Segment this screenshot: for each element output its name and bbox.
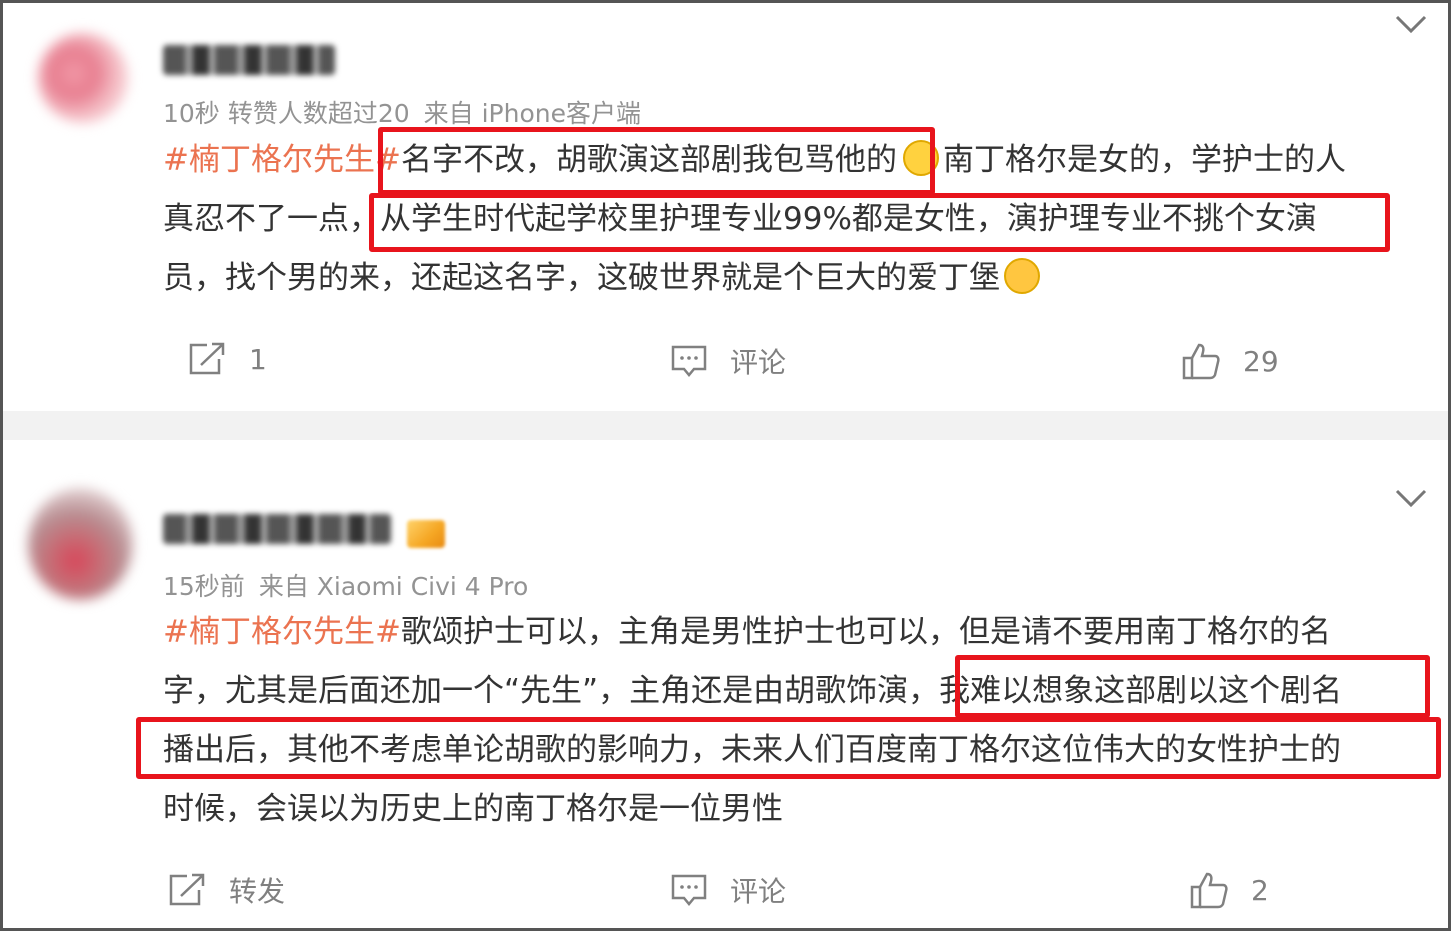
like-button[interactable]: 29 <box>1181 341 1279 381</box>
avatar[interactable] <box>38 33 128 123</box>
repost-button[interactable]: 转发 <box>167 870 285 910</box>
chevron-down-icon[interactable] <box>1394 13 1428 35</box>
angry-emoji-icon <box>1004 258 1040 294</box>
text-line: #楠丁格尔先生#名字不改，胡歌演这部剧我包骂他的 南丁格尔是女的，学护士的人 <box>163 131 1413 190</box>
text-segment: 员，找个男的来，还起这名字，这破世界就是个巨大的爱丁堡 <box>163 260 1000 296</box>
comment-button[interactable]: 评论 <box>670 341 786 381</box>
text-line: 真忍不了一点，从学生时代起学校里护理专业99%都是女性，演护理专业不挑个女演 <box>163 201 1317 237</box>
post-card: 15秒前 来自 Xiaomi Civi 4 Pro #楠丁格尔先生#歌颂护士可以，… <box>3 440 1448 928</box>
comment-label: 评论 <box>730 875 787 908</box>
post-card: 10秒 转赞人数超过20 来自 iPhone客户端 #楠丁格尔先生#名字不改，胡歌演… <box>3 3 1448 411</box>
share-button[interactable]: 1 <box>187 341 267 377</box>
action-bar: 转发 评论 2 <box>3 870 1448 920</box>
text-segment: 名字不改，胡歌演这部剧我包骂他的 <box>400 142 897 178</box>
post-source: 来自 Xiaomi Civi 4 Pro <box>258 572 529 601</box>
hashtag-link[interactable]: #楠丁格尔先生# <box>163 614 401 650</box>
post-separator <box>3 411 1448 440</box>
post-source: 来自 iPhone客户端 <box>423 99 641 128</box>
like-count: 2 <box>1251 873 1269 907</box>
hashtag-link[interactable]: #楠丁格尔先生# <box>163 142 401 178</box>
screenshot-frame: 10秒 转赞人数超过20 来自 iPhone客户端 #楠丁格尔先生#名字不改，胡歌演… <box>0 0 1451 931</box>
text-line: 员，找个男的来，还起这名字，这破世界就是个巨大的爱丁堡 <box>163 249 1413 308</box>
comment-icon <box>671 345 707 377</box>
username-blurred[interactable] <box>163 514 391 544</box>
avatar[interactable] <box>28 488 133 600</box>
like-icon <box>1182 343 1220 380</box>
post-meta: 10秒 转赞人数超过20 来自 iPhone客户端 <box>163 94 641 130</box>
action-bar: 1 评论 29 <box>3 341 1448 391</box>
repost-like-count-note: 转赞人数超过20 <box>227 99 410 128</box>
text-line: 播出后，其他不考虑单论胡歌的影响力，未来人们百度南丁格尔这位伟大的女性护士的 <box>163 732 1341 768</box>
like-icon <box>1190 872 1228 909</box>
smile-emoji-icon <box>902 140 939 176</box>
text-line: 字，尤其是后面还加一个“先生”，主角还是由胡歌饰演，我难以想象这部剧以这个剧名 <box>163 673 1343 709</box>
post-meta: 15秒前 来自 Xiaomi Civi 4 Pro <box>163 567 528 603</box>
comment-icon <box>671 874 707 906</box>
share-icon <box>169 873 205 906</box>
post-time: 15秒前 <box>163 572 245 601</box>
like-count: 29 <box>1243 344 1279 378</box>
post-text: #楠丁格尔先生#歌颂护士可以，主角是男性护士也可以，但是请不要用南丁格尔的名 字… <box>163 603 1413 839</box>
post-time: 10秒 <box>163 99 220 128</box>
member-badge-icon <box>407 520 445 548</box>
like-button[interactable]: 2 <box>1189 870 1269 910</box>
username-blurred[interactable] <box>163 45 335 75</box>
chevron-down-icon[interactable] <box>1394 487 1428 509</box>
comment-label: 评论 <box>730 346 787 379</box>
comment-button[interactable]: 评论 <box>670 870 786 910</box>
text-line: #楠丁格尔先生#歌颂护士可以，主角是男性护士也可以，但是请不要用南丁格尔的名 <box>163 603 1413 662</box>
text-segment: 歌颂护士可以，主角是男性护士也可以，但是请不要用南丁格尔的名 <box>400 614 1331 650</box>
repost-label: 转发 <box>229 875 286 908</box>
share-count: 1 <box>249 342 267 376</box>
text-line: 时候，会误以为历史上的南丁格尔是一位男性 <box>163 791 783 827</box>
post-text: #楠丁格尔先生#名字不改，胡歌演这部剧我包骂他的 南丁格尔是女的，学护士的人 真忍… <box>163 131 1413 308</box>
share-icon <box>189 342 225 375</box>
text-segment: 南丁格尔是女的，学护士的人 <box>942 142 1346 178</box>
